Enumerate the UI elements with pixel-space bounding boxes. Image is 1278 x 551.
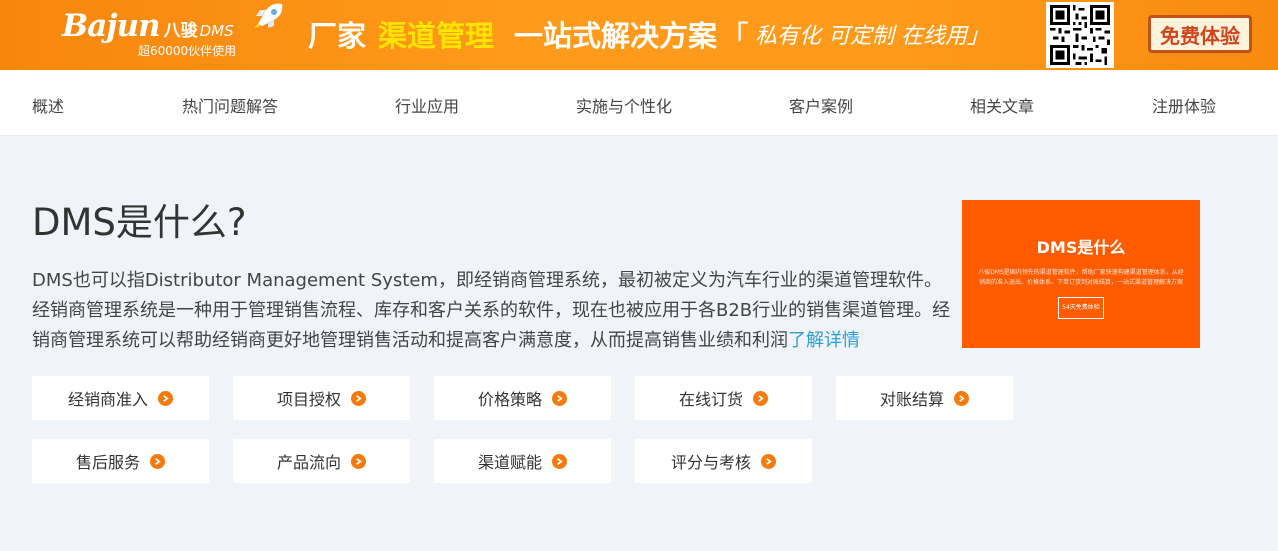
promo-title: DMS是什么	[1036, 238, 1126, 257]
feature-button-pricing[interactable]: 价格策略	[434, 376, 611, 420]
arrow-right-icon	[761, 453, 776, 469]
nav-item-implementation[interactable]: 实施与个性化	[576, 93, 672, 117]
nav-item-articles[interactable]: 相关文章	[970, 93, 1034, 117]
top-banner[interactable]: Bajun 八骏 DMS 超60000伙伴使用 厂家 渠道管理 一站式解决方案 …	[0, 0, 1278, 70]
feature-button-product-flow[interactable]: 产品流向	[233, 439, 410, 483]
logo-brand: Bajun	[62, 8, 161, 44]
logo-cn: 八骏	[163, 21, 198, 41]
feature-label: 项目授权	[276, 390, 341, 409]
qr-code	[1046, 2, 1114, 68]
description-paragraph: DMS也可以指Distributor Management System，即经销…	[32, 266, 952, 356]
feature-label: 价格策略	[477, 390, 542, 409]
feature-label: 产品流向	[276, 453, 341, 472]
feature-label: 售后服务	[75, 453, 140, 472]
arrow-right-icon	[351, 453, 366, 469]
arrow-right-icon	[552, 390, 567, 406]
slogan-tagline: 私有化 可定制 在线用」	[755, 24, 990, 49]
feature-button-channel-enable[interactable]: 渠道赋能	[434, 439, 611, 483]
promo-text: 八骏DMS是国内领先的渠道管理软件，帮助厂家快速构建渠道管理体系，从经销商的准入…	[978, 269, 1184, 286]
feature-label: 经销商准入	[67, 390, 148, 409]
slogan-highlight: 渠道管理	[378, 19, 495, 53]
section-nav: 概述 热门问题解答 行业应用 实施与个性化 客户案例 相关文章 注册体验	[0, 70, 1278, 136]
logo-subtitle: 超60000伙伴使用	[138, 44, 237, 58]
free-trial-button[interactable]: 免费体验	[1148, 15, 1252, 53]
feature-button-online-order[interactable]: 在线订货	[635, 376, 812, 420]
feature-label: 评分与考核	[670, 453, 751, 472]
feature-button-reconciliation[interactable]: 对账结算	[836, 376, 1013, 420]
promo-trial-button[interactable]: 54天免费体验	[1058, 297, 1104, 319]
feature-label: 在线订货	[678, 390, 743, 409]
nav-item-register[interactable]: 注册体验	[1152, 93, 1216, 117]
page-title: DMS是什么?	[32, 201, 247, 244]
rocket-icon	[254, 3, 283, 28]
feature-label: 渠道赋能	[477, 453, 542, 472]
feature-label: 对账结算	[879, 390, 944, 409]
arrow-right-icon	[954, 390, 969, 406]
banner-slogan: 厂家 渠道管理 一站式解决方案 「 私有化 可定制 在线用」	[308, 14, 990, 55]
arrow-right-icon	[150, 453, 165, 469]
arrow-right-icon	[753, 390, 768, 406]
nav-item-faq[interactable]: 热门问题解答	[182, 93, 278, 117]
slogan-bracket: 「	[719, 20, 750, 55]
nav-item-cases[interactable]: 客户案例	[789, 93, 853, 117]
slogan-part3: 一站式解决方案	[514, 19, 718, 53]
logo-dms: DMS	[199, 22, 234, 40]
feature-button-after-sales[interactable]: 售后服务	[32, 439, 209, 483]
feature-button-scoring[interactable]: 评分与考核	[635, 439, 812, 483]
bajun-logo[interactable]: Bajun 八骏 DMS 超60000伙伴使用	[62, 8, 236, 59]
feature-button-project-auth[interactable]: 项目授权	[233, 376, 410, 420]
arrow-right-icon	[158, 390, 173, 406]
promo-card[interactable]: DMS是什么 八骏DMS是国内领先的渠道管理软件，帮助厂家快速构建渠道管理体系，…	[962, 200, 1200, 348]
nav-item-industry[interactable]: 行业应用	[395, 93, 459, 117]
slogan-part1: 厂家	[308, 19, 367, 53]
arrow-right-icon	[552, 453, 567, 469]
learn-more-link[interactable]: 了解详情	[788, 330, 860, 351]
feature-button-dealer-admission[interactable]: 经销商准入	[32, 376, 209, 420]
nav-item-overview[interactable]: 概述	[32, 93, 64, 117]
arrow-right-icon	[351, 390, 366, 406]
